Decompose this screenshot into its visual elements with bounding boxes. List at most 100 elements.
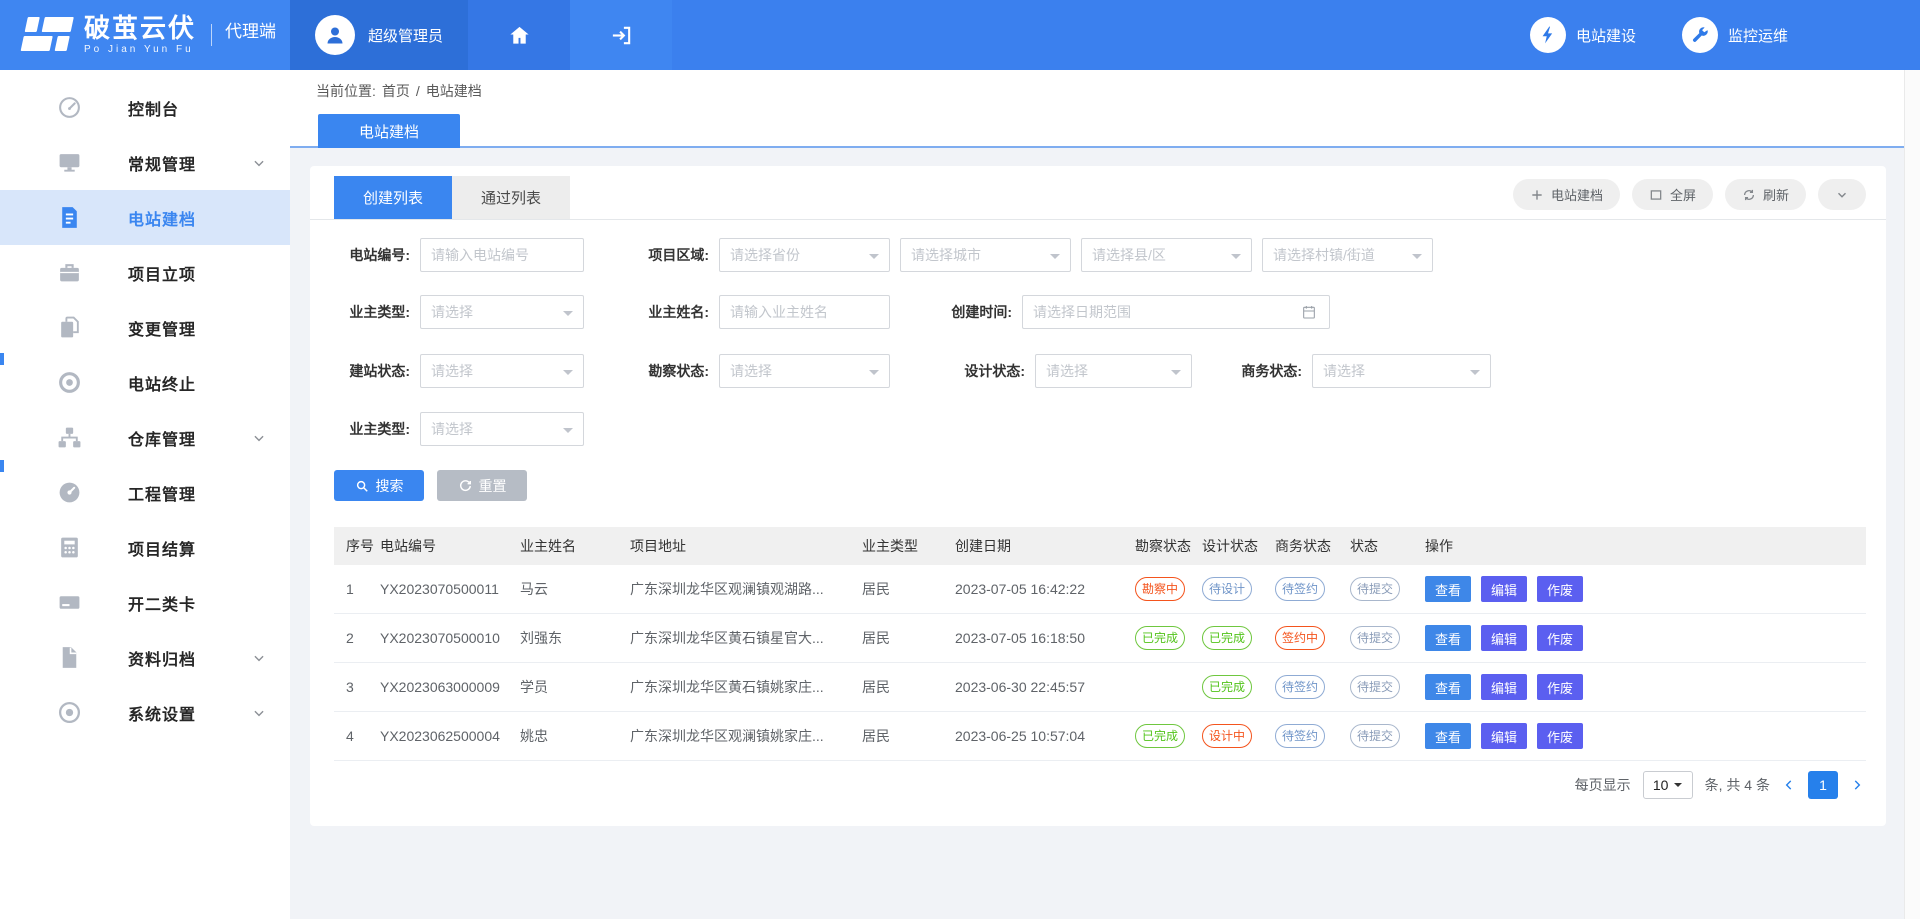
toolbar: 电站建档 全屏 刷新	[1513, 179, 1866, 210]
status-badge: 勘察中	[1135, 577, 1185, 601]
next-page-button[interactable]	[1850, 778, 1864, 792]
view-button[interactable]: 查看	[1425, 674, 1471, 700]
fullscreen-button[interactable]: 全屏	[1632, 179, 1713, 210]
view-button[interactable]: 查看	[1425, 576, 1471, 602]
sidebar: 控制台 常规管理 电站建档 项目立项 变更管理 电站终止 仓库管理 工程管理 项	[0, 70, 290, 919]
sidebar-item-card[interactable]: 开二类卡	[0, 575, 290, 630]
view-button[interactable]: 查看	[1425, 625, 1471, 651]
refresh-button[interactable]: 刷新	[1725, 179, 1806, 210]
create-archive-button[interactable]: 电站建档	[1513, 179, 1620, 210]
record-icon	[57, 370, 82, 395]
edit-button[interactable]: 编辑	[1481, 674, 1527, 700]
status-badge: 待提交	[1350, 675, 1400, 699]
sidebar-item-document[interactable]: 电站建档	[0, 190, 290, 245]
content-card: 创建列表 通过列表 电站建档 全屏 刷新	[310, 166, 1886, 826]
owner-type2-label: 业主类型:	[330, 419, 410, 439]
sidebar-item-gauge[interactable]: 工程管理	[0, 465, 290, 520]
owner-name-input[interactable]	[719, 295, 890, 329]
app-header: 破茧云伏 Po Jian Yun Fu 代理端 超级管理员 电站建设	[0, 0, 1920, 70]
build-status-label: 建站状态:	[330, 361, 410, 381]
cell-business-status: 待签约	[1275, 724, 1350, 748]
logo-title: 破茧云伏	[84, 15, 196, 41]
sidebar-item-record[interactable]: 电站终止	[0, 355, 290, 410]
cell-address: 广东深圳龙华区观澜镇姚家庄...	[630, 726, 862, 746]
cell-survey-status: 已完成	[1135, 724, 1202, 748]
cell-seq: 1	[334, 581, 380, 597]
cell-business-status: 待签约	[1275, 675, 1350, 699]
void-button[interactable]: 作废	[1537, 625, 1583, 651]
build-status-select[interactable]: 请选择	[420, 354, 584, 388]
cell-status: 待提交	[1350, 626, 1425, 650]
station-code-input[interactable]	[420, 238, 584, 272]
station-table: 序号 电站编号 业主姓名 项目地址 业主类型 创建日期 勘察状态 设计状态 商务…	[334, 527, 1866, 761]
home-button[interactable]	[468, 0, 570, 70]
business-status-label: 商务状态:	[1222, 361, 1302, 381]
nav-monitor-ops[interactable]: 监控运维	[1682, 17, 1788, 53]
collapse-button[interactable]	[1818, 179, 1866, 210]
void-button[interactable]: 作废	[1537, 576, 1583, 602]
survey-status-select[interactable]: 请选择	[719, 354, 890, 388]
business-status-select[interactable]: 请选择	[1312, 354, 1491, 388]
logo-block: 破茧云伏 Po Jian Yun Fu 代理端	[0, 0, 290, 70]
scrollbar-track[interactable]	[1904, 70, 1920, 919]
cell-owner-name: 马云	[520, 579, 630, 599]
lightning-icon	[1530, 17, 1566, 53]
sidebar-item-copy[interactable]: 变更管理	[0, 300, 290, 355]
sidebar-item-sitemap[interactable]: 仓库管理	[0, 410, 290, 465]
sidebar-item-briefcase[interactable]: 项目立项	[0, 245, 290, 300]
city-select[interactable]: 请选择城市	[900, 238, 1071, 272]
sidebar-item-calculator[interactable]: 项目结算	[0, 520, 290, 575]
view-button[interactable]: 查看	[1425, 723, 1471, 749]
edit-button[interactable]: 编辑	[1481, 625, 1527, 651]
prev-page-button[interactable]	[1782, 778, 1796, 792]
sidebar-item-monitor[interactable]: 常规管理	[0, 135, 290, 190]
reset-button[interactable]: 重置	[437, 470, 527, 501]
page-tab-station-archive[interactable]: 电站建档	[318, 114, 460, 148]
user-menu[interactable]: 超级管理员	[290, 0, 468, 70]
tab-passed-list[interactable]: 通过列表	[452, 176, 570, 219]
province-select[interactable]: 请选择省份	[719, 238, 890, 272]
owner-type2-select[interactable]: 请选择	[420, 412, 584, 446]
cell-create-date: 2023-06-25 10:57:04	[955, 728, 1135, 744]
document-icon	[57, 205, 82, 230]
tab-create-list[interactable]: 创建列表	[334, 176, 452, 219]
sidebar-item-target[interactable]: 系统设置	[0, 685, 290, 740]
table-row: 1 YX2023070500011 马云 广东深圳龙华区观澜镇观湖路... 居民…	[334, 565, 1866, 614]
date-range-picker[interactable]: 请选择日期范围	[1022, 295, 1330, 329]
void-button[interactable]: 作废	[1537, 723, 1583, 749]
per-page-select[interactable]: 10	[1643, 771, 1693, 799]
cell-survey-status: 已完成	[1135, 626, 1202, 650]
status-badge: 待提交	[1350, 626, 1400, 650]
edit-button[interactable]: 编辑	[1481, 723, 1527, 749]
breadcrumb-current: 电站建档	[426, 81, 482, 101]
person-icon	[323, 23, 347, 47]
cell-address: 广东深圳龙华区黄石镇姚家庄...	[630, 677, 862, 697]
cell-create-date: 2023-07-05 16:18:50	[955, 630, 1135, 646]
page-number-button[interactable]: 1	[1808, 771, 1838, 799]
nav-station-build[interactable]: 电站建设	[1530, 17, 1636, 53]
void-button[interactable]: 作废	[1537, 674, 1583, 700]
search-button[interactable]: 搜索	[334, 470, 424, 501]
calendar-icon	[1301, 304, 1317, 320]
copy-icon	[57, 315, 82, 340]
sidebar-item-file[interactable]: 资料归档	[0, 630, 290, 685]
nav-label: 监控运维	[1728, 25, 1788, 46]
owner-name-label: 业主姓名:	[629, 302, 709, 322]
breadcrumb-home-link[interactable]: 首页	[382, 81, 410, 101]
cell-actions: 查看编辑作废	[1425, 723, 1866, 749]
logout-button[interactable]	[570, 0, 672, 70]
cell-status: 待提交	[1350, 577, 1425, 601]
portal-label: 代理端	[225, 17, 276, 54]
status-badge: 已完成	[1135, 724, 1185, 748]
design-status-select[interactable]: 请选择	[1035, 354, 1192, 388]
edit-button[interactable]: 编辑	[1481, 576, 1527, 602]
owner-type-select[interactable]: 请选择	[420, 295, 584, 329]
search-icon	[355, 479, 369, 493]
village-select[interactable]: 请选择村镇/街道	[1262, 238, 1433, 272]
logo-subtitle: Po Jian Yun Fu	[84, 45, 196, 55]
county-select[interactable]: 请选择县/区	[1081, 238, 1252, 272]
avatar	[315, 15, 355, 55]
tab-divider	[310, 219, 1886, 220]
user-name: 超级管理员	[368, 25, 443, 46]
sidebar-item-dashboard[interactable]: 控制台	[0, 80, 290, 135]
